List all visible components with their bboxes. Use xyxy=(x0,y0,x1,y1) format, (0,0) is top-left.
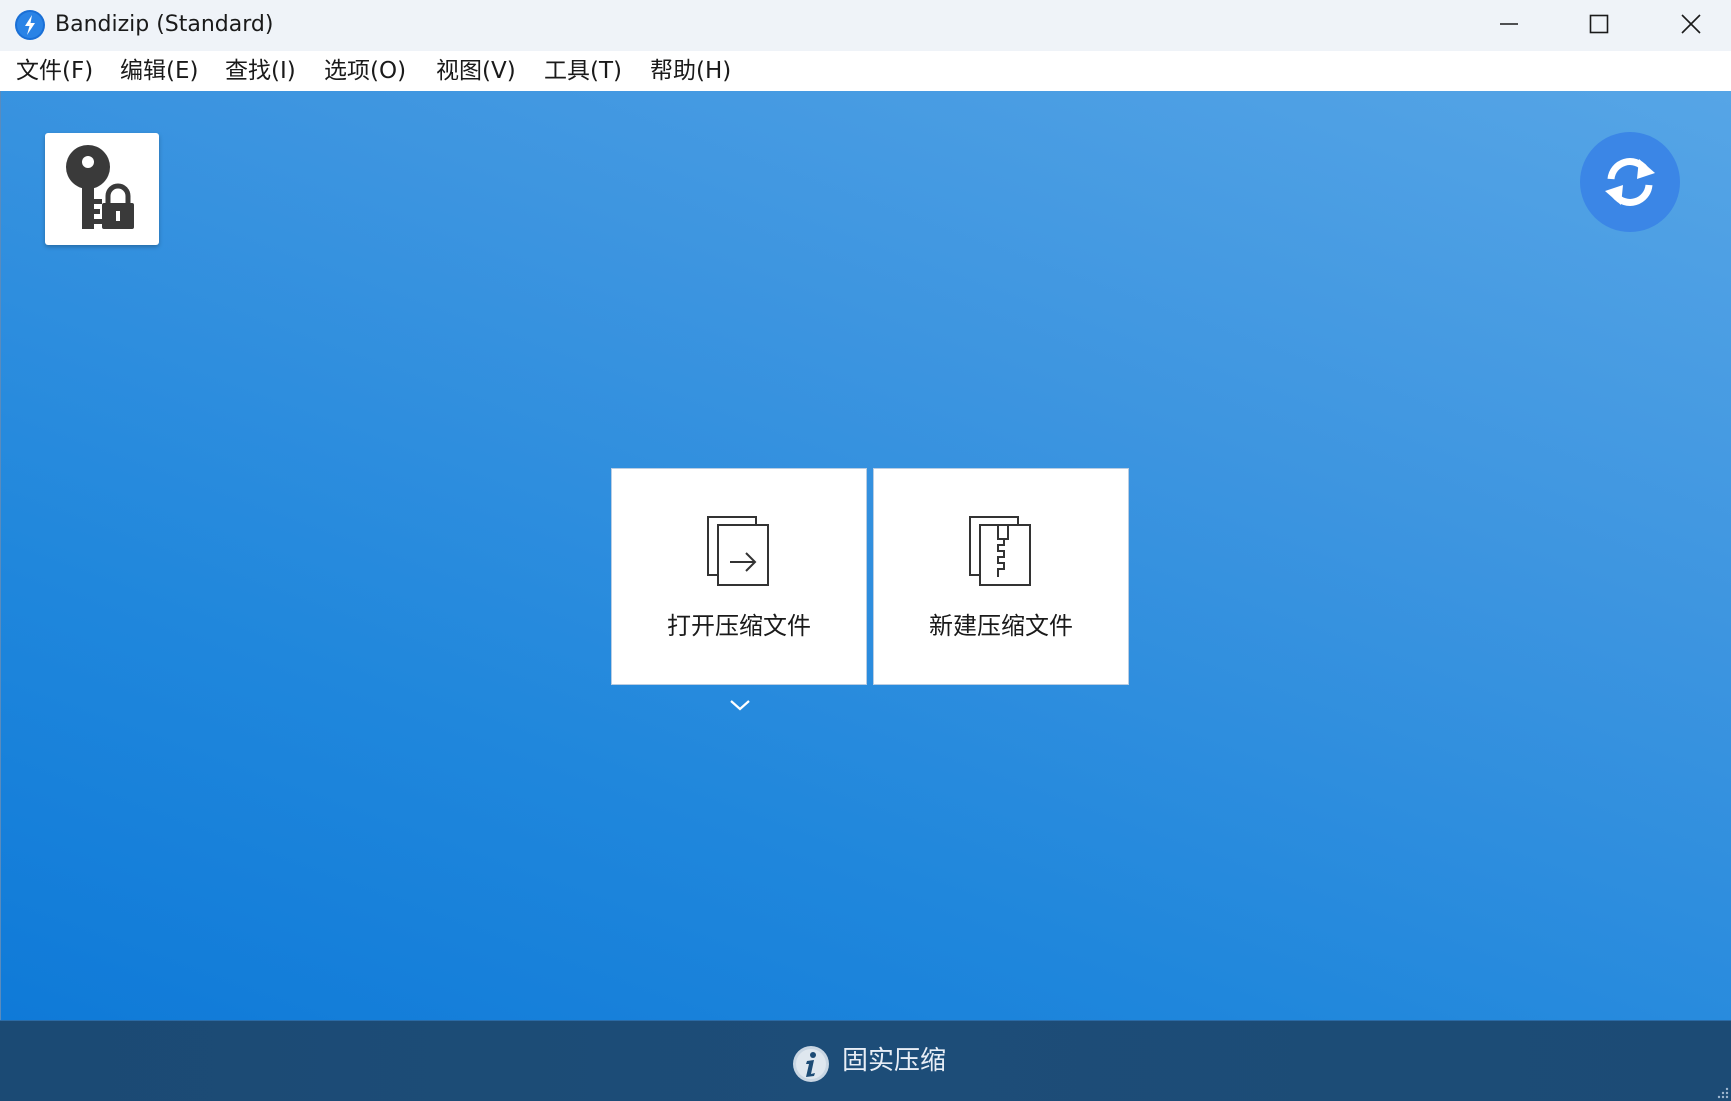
new-archive-button[interactable]: 新建压缩文件 xyxy=(873,468,1129,685)
resize-grip-icon[interactable] xyxy=(1713,1083,1729,1099)
open-archive-dropdown[interactable] xyxy=(728,697,752,717)
close-icon xyxy=(1681,14,1701,34)
menu-find[interactable]: 查找(I) xyxy=(223,55,298,87)
chevron-down-icon xyxy=(730,700,750,711)
title-bar[interactable]: Bandizip (Standard) xyxy=(0,0,1731,51)
maximize-icon xyxy=(1589,14,1609,34)
window-title: Bandizip (Standard) xyxy=(55,12,274,37)
status-bar: 固实压缩 xyxy=(0,1020,1731,1101)
menu-tools[interactable]: 工具(T) xyxy=(542,55,624,87)
key-lock-icon xyxy=(66,145,134,229)
refresh-icon xyxy=(1605,158,1655,206)
new-archive-icon xyxy=(969,516,1031,586)
status-text[interactable]: 固实压缩 xyxy=(842,1043,946,1079)
refresh-button[interactable] xyxy=(1580,132,1680,232)
open-archive-icon xyxy=(707,516,769,586)
info-icon xyxy=(792,1045,830,1083)
menu-file[interactable]: 文件(F) xyxy=(14,55,95,87)
menu-help[interactable]: 帮助(H) xyxy=(648,55,733,87)
password-manager-button[interactable] xyxy=(45,133,159,245)
close-button[interactable] xyxy=(1645,0,1731,48)
minimize-button[interactable] xyxy=(1463,0,1555,48)
bandizip-app-icon[interactable] xyxy=(14,9,46,41)
open-archive-button[interactable]: 打开压缩文件 xyxy=(611,468,867,685)
open-archive-label: 打开压缩文件 xyxy=(667,612,811,640)
bandizip-window: Bandizip (Standard) 文件(F) 编辑(E) 查找(I) 选项… xyxy=(0,0,1731,1101)
new-archive-label: 新建压缩文件 xyxy=(929,612,1073,640)
menu-edit[interactable]: 编辑(E) xyxy=(118,55,200,87)
minimize-icon xyxy=(1500,23,1518,25)
menu-bar: 文件(F) 编辑(E) 查找(I) 选项(O) 视图(V) 工具(T) 帮助(H… xyxy=(0,51,1731,91)
menu-options[interactable]: 选项(O) xyxy=(322,55,408,87)
menu-view[interactable]: 视图(V) xyxy=(434,55,518,87)
maximize-button[interactable] xyxy=(1553,0,1645,48)
main-panel: 打开压缩文件 新建压缩文件 xyxy=(0,91,1731,1020)
